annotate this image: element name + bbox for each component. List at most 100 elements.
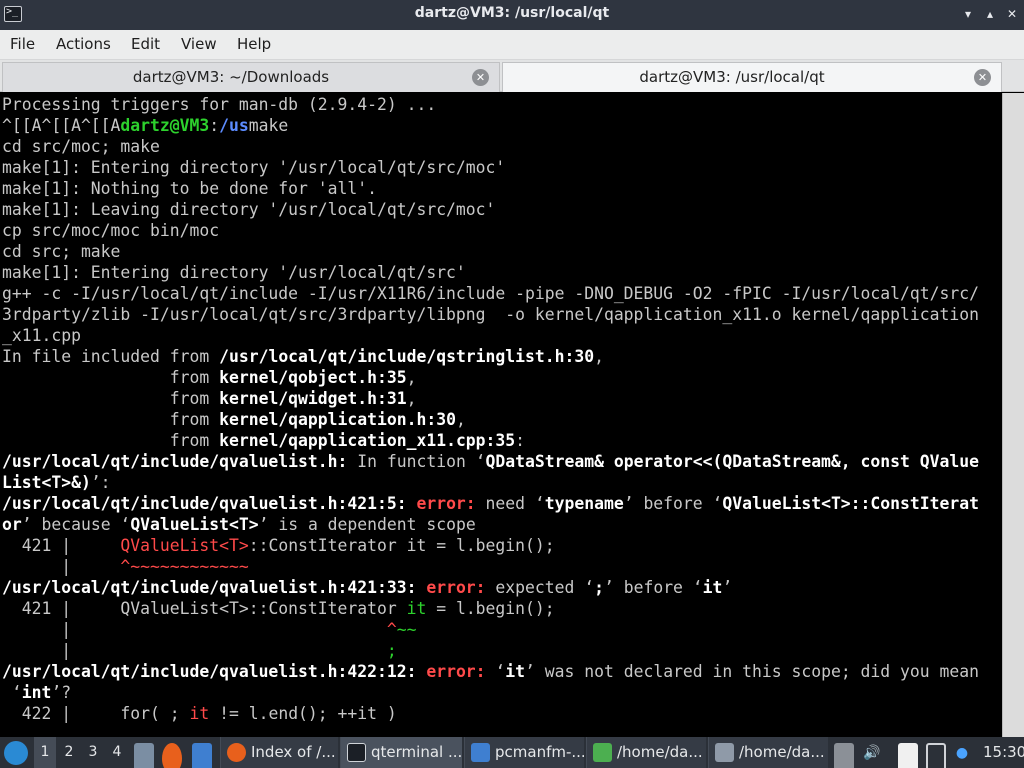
display-icon[interactable] <box>926 743 946 768</box>
text-editor-icon <box>715 743 734 762</box>
terminal-text: != l.end(); ++it ) <box>209 704 397 723</box>
terminal-text: QValueList<T>::ConstIterat <box>722 494 979 513</box>
terminal-line: cd src/moc; make <box>2 136 1000 157</box>
terminal-line: from kernel/qapplication_x11.cpp:35: <box>2 430 1000 451</box>
menu-actions[interactable]: Actions <box>56 35 111 53</box>
terminal-text: kernel/qwidget.h:31 <box>219 389 407 408</box>
task-label: pcmanfm-... <box>495 743 584 761</box>
tab-label: dartz@VM3: ~/Downloads <box>132 68 330 86</box>
desktop-launcher-icon[interactable] <box>192 743 212 768</box>
terminal-line: 421 | QValueList<T>::ConstIterator it = … <box>2 598 1000 619</box>
scrollbar[interactable] <box>1002 93 1024 737</box>
terminal-text: , <box>594 347 604 366</box>
terminal-line: 422 | for( ; it != l.end(); ++it ) <box>2 703 1000 724</box>
terminal-line: /usr/local/qt/include/qvaluelist.h:421:5… <box>2 493 1000 514</box>
terminal-text: List<T>&) <box>2 473 91 492</box>
terminal-text: 422 | <box>2 704 121 723</box>
terminal-line: | ^~~ <box>2 619 1000 640</box>
tab-close-icon[interactable]: ✕ <box>472 69 489 86</box>
terminal-text: cd src; make <box>2 242 121 261</box>
terminal-text: : <box>515 431 526 450</box>
terminal-text: ^[[A^[[A^[[A <box>2 116 121 135</box>
tab-downloads[interactable]: dartz@VM3: ~/Downloads ✕ <box>2 62 500 92</box>
tab-label: dartz@VM3: /usr/local/qt <box>639 68 825 86</box>
terminal-text: from <box>2 389 220 408</box>
menu-edit[interactable]: Edit <box>131 35 160 53</box>
volume-icon[interactable]: 🔊 <box>862 743 882 768</box>
menu-view[interactable]: View <box>181 35 217 53</box>
terminal-text: expected ‘ <box>485 578 595 597</box>
removable-drive-icon[interactable] <box>834 743 854 768</box>
terminal-line: make[1]: Leaving directory '/usr/local/q… <box>2 199 1000 220</box>
workspace-3[interactable]: 3 <box>82 737 104 768</box>
terminal-text: it <box>702 578 723 597</box>
task-label: Index of /... <box>251 743 336 761</box>
terminal-text: QDataStream& operator<<(QDataStream&, co… <box>485 452 979 471</box>
clock: 15:30 <box>983 743 1024 761</box>
terminal-text: /usr/local/qt/include/qvaluelist.h:421:5… <box>2 494 407 513</box>
close-button[interactable]: ✕ <box>1005 7 1019 21</box>
terminal-text: for( ; <box>120 704 190 723</box>
terminal-text: it <box>406 599 427 618</box>
start-menu-icon[interactable] <box>4 741 28 765</box>
clipboard-icon[interactable] <box>898 743 918 768</box>
task-home-da-1[interactable]: /home/da... <box>586 737 706 768</box>
folder-icon <box>471 743 490 762</box>
maximize-button[interactable]: ▴ <box>983 7 997 21</box>
terminal-line: Processing triggers for man-db (2.9.4-2)… <box>2 94 1000 115</box>
terminal-line: from kernel/qwidget.h:31, <box>2 388 1000 409</box>
file-manager-launcher-icon[interactable] <box>134 743 154 768</box>
firefox-launcher-icon[interactable] <box>162 743 182 768</box>
menu-bar: File Actions Edit View Help <box>0 30 1024 60</box>
workspace-1[interactable]: 1 <box>34 737 56 768</box>
terminal-text: : <box>209 116 220 135</box>
terminal-line: /usr/local/qt/include/qvaluelist.h:422:1… <box>2 661 1000 682</box>
terminal-text: Processing triggers for man-db (2.9.4-2)… <box>2 95 437 114</box>
terminal-text: int <box>21 683 52 702</box>
terminal-text: QValueList<T> <box>130 515 259 534</box>
terminal-line: cd src; make <box>2 241 1000 262</box>
terminal-text: ’ before ‘ <box>623 494 723 513</box>
window-titlebar[interactable]: dartz@VM3: /usr/local/qt ▾ ▴ ✕ <box>0 0 1024 30</box>
task-firefox[interactable]: Index of /... <box>220 737 338 768</box>
terminal-line: or’ because ‘QValueList<T>’ is a depende… <box>2 514 1000 535</box>
terminal-text: make[1]: Entering directory '/usr/local/… <box>2 263 466 282</box>
task-label: /home/da... <box>617 743 703 761</box>
workspace-2[interactable]: 2 <box>58 737 80 768</box>
tab-close-icon[interactable]: ✕ <box>974 69 991 86</box>
terminal-text: make[1]: Nothing to be done for 'all'. <box>2 179 377 198</box>
terminal-text: kernel/qobject.h:35 <box>219 368 407 387</box>
terminal-line: List<T>&)’: <box>2 472 1000 493</box>
terminal-line: make[1]: Entering directory '/usr/local/… <box>2 262 1000 283</box>
firefox-icon <box>227 743 246 762</box>
terminal-line: g++ -c -I/usr/local/qt/include -I/usr/X1… <box>2 283 1000 304</box>
task-label: qterminal ... <box>371 743 462 761</box>
terminal-text: ’: <box>90 473 111 492</box>
terminal-output[interactable]: Processing triggers for man-db (2.9.4-2)… <box>0 93 1024 737</box>
terminal-line: make[1]: Entering directory '/usr/local/… <box>2 157 1000 178</box>
task-pcmanfm[interactable]: pcmanfm-... <box>464 737 584 768</box>
terminal-text: dartz@VM3 <box>120 116 210 135</box>
terminal-text: In file included from <box>2 347 220 366</box>
task-home-da-2[interactable]: /home/da... <box>708 737 828 768</box>
terminal-line: make[1]: Nothing to be done for 'all'. <box>2 178 1000 199</box>
terminal-line: | ; <box>2 640 1000 661</box>
tab-usr-local-qt[interactable]: dartz@VM3: /usr/local/qt ✕ <box>502 62 1002 92</box>
workspace-4[interactable]: 4 <box>106 737 128 768</box>
menu-help[interactable]: Help <box>237 35 271 53</box>
terminal-text: _x11.cpp <box>2 326 81 345</box>
task-qterminal[interactable]: qterminal ... <box>340 737 462 768</box>
terminal-text: ‘ <box>485 662 506 681</box>
terminal-text: make[1]: Leaving directory '/usr/local/q… <box>2 200 496 219</box>
terminal-text: ’ is a dependent scope <box>258 515 476 534</box>
terminal-text: ’ was not declared in this scope; did yo… <box>525 662 979 681</box>
terminal-text: error: <box>416 578 486 597</box>
menu-file[interactable]: File <box>10 35 35 53</box>
terminal-text: QValueList<T>::ConstIterator <box>120 599 407 618</box>
minimize-button[interactable]: ▾ <box>961 7 975 21</box>
terminal-line: In file included from /usr/local/qt/incl… <box>2 346 1000 367</box>
network-icon[interactable]: ● <box>952 743 972 768</box>
terminal-text: ^~~~~~~~~~~~~ <box>120 557 249 576</box>
terminal-text: kernel/qapplication_x11.cpp:35 <box>219 431 516 450</box>
terminal-text: /usr/local/qt/include/qvaluelist.h: <box>2 452 348 471</box>
